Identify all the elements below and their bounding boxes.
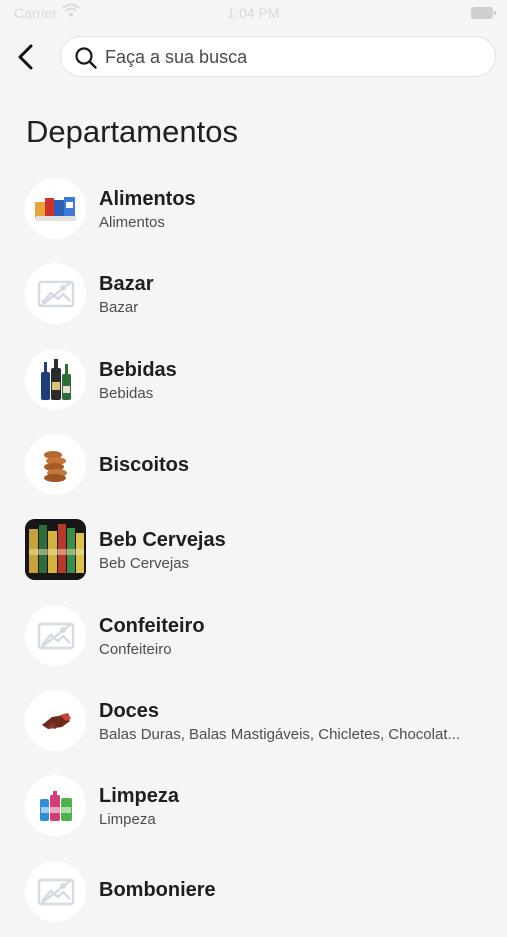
biscuits-image bbox=[25, 434, 86, 495]
department-name: Confeiteiro bbox=[99, 615, 205, 637]
clock: 1:04 PM bbox=[227, 5, 280, 21]
department-subtitle: Beb Cervejas bbox=[99, 555, 190, 572]
food-products-image bbox=[25, 178, 86, 239]
department-item-alimentos[interactable]: Alimentos Alimentos bbox=[0, 178, 507, 254]
search-input[interactable]: Faça a sua busca bbox=[60, 36, 496, 77]
department-item-confeiteiro[interactable]: Confeiteiro Confeiteiro bbox=[0, 605, 507, 681]
bottles-image bbox=[25, 349, 86, 410]
department-name: Doces bbox=[99, 700, 160, 722]
page-title: Departamentos bbox=[26, 114, 238, 149]
department-subtitle: Alimentos bbox=[99, 214, 165, 231]
department-name: Biscoitos bbox=[99, 454, 190, 476]
department-item-bomboniere[interactable]: Bomboniere bbox=[0, 861, 507, 937]
cleaning-products-image bbox=[25, 775, 86, 836]
department-item-bazar[interactable]: Bazar Bazar bbox=[0, 263, 507, 339]
chevron-left-icon bbox=[18, 44, 33, 70]
image-placeholder-icon bbox=[25, 861, 86, 922]
department-item-limpeza[interactable]: Limpeza Limpeza bbox=[0, 775, 507, 851]
search-icon bbox=[75, 47, 97, 69]
department-item-doces[interactable]: Doces Balas Duras, Balas Mastigáveis, Ch… bbox=[0, 690, 507, 766]
image-placeholder-icon bbox=[25, 605, 86, 666]
department-subtitle: Bebidas bbox=[99, 385, 154, 402]
beers-image bbox=[25, 519, 86, 580]
battery-icon bbox=[471, 7, 496, 19]
department-subtitle: Balas Duras, Balas Mastigáveis, Chiclete… bbox=[99, 726, 460, 743]
department-name: Alimentos bbox=[99, 188, 196, 210]
back-button[interactable] bbox=[10, 40, 40, 74]
department-name: Bazar bbox=[99, 273, 154, 295]
department-subtitle: Bazar bbox=[99, 299, 139, 316]
department-item-beb-cervejas[interactable]: Beb Cervejas Beb Cervejas bbox=[0, 519, 507, 595]
department-name: Limpeza bbox=[99, 785, 180, 807]
image-placeholder-icon bbox=[25, 263, 86, 324]
status-bar: Carrier 1:04 PM bbox=[0, 0, 507, 28]
department-name: Beb Cervejas bbox=[99, 529, 226, 551]
department-item-biscoitos[interactable]: Biscoitos bbox=[0, 434, 507, 510]
department-subtitle: Limpeza bbox=[99, 811, 156, 828]
department-item-bebidas[interactable]: Bebidas Bebidas bbox=[0, 349, 507, 425]
department-subtitle: Confeiteiro bbox=[99, 641, 172, 658]
department-name: Bebidas bbox=[99, 359, 177, 381]
sweets-image bbox=[25, 690, 86, 751]
search-placeholder: Faça a sua busca bbox=[105, 47, 248, 67]
department-name: Bomboniere bbox=[99, 879, 216, 901]
